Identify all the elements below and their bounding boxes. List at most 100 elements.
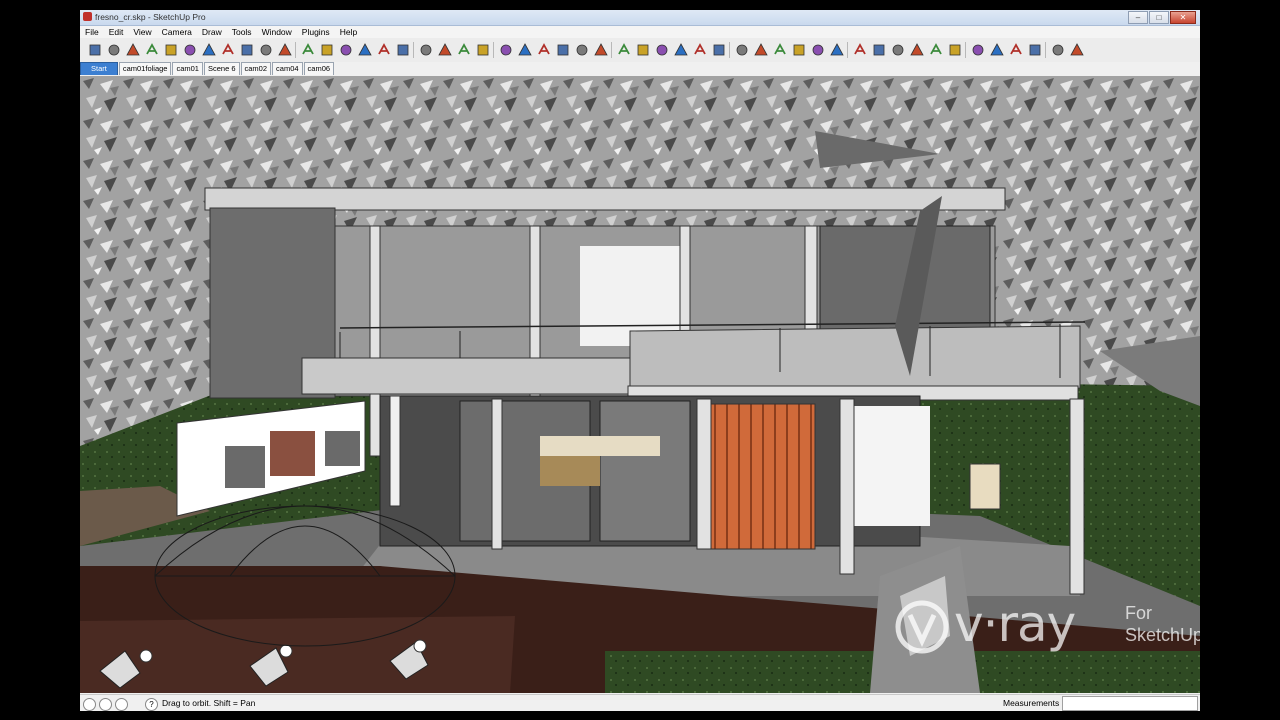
- title-bar: fresno_cr.skp - SketchUp Pro – □ ✕: [80, 10, 1200, 26]
- component-icon[interactable]: [301, 43, 315, 57]
- arc-icon[interactable]: [556, 43, 570, 57]
- scene-tab-scene6[interactable]: Scene 6: [203, 62, 240, 75]
- erase-icon[interactable]: [202, 43, 216, 57]
- text-icon[interactable]: [792, 43, 806, 57]
- move-icon[interactable]: [617, 43, 631, 57]
- vray-brand-text: v·ray: [954, 595, 1076, 653]
- 3d-text-icon[interactable]: [830, 43, 844, 57]
- toolbar-separator: [729, 42, 730, 58]
- vray-render-icon[interactable]: [1051, 43, 1065, 57]
- menu-camera[interactable]: Camera: [157, 27, 197, 37]
- select-arrow-icon[interactable]: [419, 43, 433, 57]
- vray-watermark: v·ray For SketchUp: [892, 595, 1200, 667]
- menu-tools[interactable]: Tools: [227, 27, 257, 37]
- vray-for-text: For: [1125, 603, 1152, 623]
- house-top-icon[interactable]: [358, 43, 372, 57]
- sketchup-window: fresno_cr.skp - SketchUp Pro – □ ✕ File …: [80, 10, 1200, 711]
- toolbar-separator: [493, 42, 494, 58]
- maximize-button[interactable]: □: [1149, 11, 1169, 24]
- undo-icon[interactable]: [221, 43, 235, 57]
- section-plane-icon[interactable]: [1028, 43, 1042, 57]
- print-icon[interactable]: [259, 43, 273, 57]
- help-icon[interactable]: ?: [145, 698, 158, 711]
- walk-icon[interactable]: [1009, 43, 1023, 57]
- status-hint: Drag to orbit. Shift = Pan: [162, 698, 256, 708]
- open-icon[interactable]: [107, 43, 121, 57]
- zoom-window-icon[interactable]: [910, 43, 924, 57]
- scene-tab-cam02[interactable]: cam02: [240, 62, 272, 75]
- menu-file[interactable]: File: [80, 27, 104, 37]
- vray-material-icon[interactable]: [1070, 43, 1084, 57]
- protractor-icon[interactable]: [773, 43, 787, 57]
- scale-icon[interactable]: [693, 43, 707, 57]
- scene-tab-cam01[interactable]: cam01: [172, 62, 203, 75]
- house-front-icon[interactable]: [320, 43, 334, 57]
- scene-tab-cam06[interactable]: cam06: [303, 62, 335, 75]
- polygon-icon[interactable]: [575, 43, 589, 57]
- menu-help[interactable]: Help: [335, 27, 362, 37]
- component-box-icon[interactable]: [438, 43, 452, 57]
- credits-icon[interactable]: [99, 698, 112, 711]
- menu-bar: File Edit View Camera Draw Tools Window …: [80, 26, 1200, 38]
- window-controls: – □ ✕: [1128, 11, 1196, 24]
- circle-icon[interactable]: [537, 43, 551, 57]
- window-title: fresno_cr.skp - SketchUp Pro: [95, 12, 206, 22]
- menu-plugins[interactable]: Plugins: [297, 27, 335, 37]
- follow-me-icon[interactable]: [674, 43, 688, 57]
- orbit-icon[interactable]: [853, 43, 867, 57]
- minimize-button[interactable]: –: [1128, 11, 1148, 24]
- menu-edit[interactable]: Edit: [104, 27, 129, 37]
- cut-icon[interactable]: [145, 43, 159, 57]
- toolbar-separator: [295, 42, 296, 58]
- pencil-icon[interactable]: [518, 43, 532, 57]
- eraser-icon[interactable]: [476, 43, 490, 57]
- geo-location-icon[interactable]: [83, 698, 96, 711]
- menu-draw[interactable]: Draw: [197, 27, 227, 37]
- position-camera-icon[interactable]: [971, 43, 985, 57]
- main-toolbar: [80, 38, 1200, 63]
- menu-view[interactable]: View: [128, 27, 156, 37]
- zoom-icon[interactable]: [891, 43, 905, 57]
- toolbar-separator: [965, 42, 966, 58]
- close-button[interactable]: ✕: [1170, 11, 1196, 24]
- push-pull-icon[interactable]: [636, 43, 650, 57]
- previous-view-icon[interactable]: [948, 43, 962, 57]
- redo-icon[interactable]: [240, 43, 254, 57]
- house-iso-icon[interactable]: [377, 43, 391, 57]
- measurements-label: Measurements: [1003, 698, 1060, 708]
- dimension-icon[interactable]: [754, 43, 768, 57]
- rectangle-icon[interactable]: [499, 43, 513, 57]
- section-icon[interactable]: [396, 43, 410, 57]
- measurements-input[interactable]: [1062, 696, 1198, 711]
- status-bar: ? Drag to orbit. Shift = Pan Measurement…: [80, 694, 1200, 711]
- axes-icon[interactable]: [811, 43, 825, 57]
- tape-measure-icon[interactable]: [735, 43, 749, 57]
- look-around-icon[interactable]: [990, 43, 1004, 57]
- menu-window[interactable]: Window: [257, 27, 297, 37]
- toolbar-separator: [1045, 42, 1046, 58]
- copy-icon[interactable]: [164, 43, 178, 57]
- scene-tab-cam01foliage[interactable]: cam01foliage: [118, 62, 172, 75]
- toolbar-separator: [413, 42, 414, 58]
- toolbar-separator: [847, 42, 848, 58]
- sketchup-app-icon: [83, 12, 92, 21]
- vray-logo-icon: [895, 600, 949, 654]
- model-viewport[interactable]: v·ray For SketchUp: [80, 76, 1200, 693]
- scene-tab-cam04[interactable]: cam04: [272, 62, 303, 75]
- scene-tab-start[interactable]: Start: [80, 62, 118, 75]
- scene-tabs: Start cam01foliage cam01 Scene 6 cam02 c…: [80, 62, 1200, 75]
- model-info-icon[interactable]: [278, 43, 292, 57]
- paste-icon[interactable]: [183, 43, 197, 57]
- vray-product-text: SketchUp: [1125, 625, 1200, 645]
- freehand-icon[interactable]: [594, 43, 608, 57]
- toolbar-separator: [611, 42, 612, 58]
- house-side-icon[interactable]: [339, 43, 353, 57]
- user-icon[interactable]: [115, 698, 128, 711]
- zoom-extents-icon[interactable]: [929, 43, 943, 57]
- paint-bucket-icon[interactable]: [457, 43, 471, 57]
- offset-icon[interactable]: [712, 43, 726, 57]
- rotate-icon[interactable]: [655, 43, 669, 57]
- new-icon[interactable]: [88, 43, 102, 57]
- save-icon[interactable]: [126, 43, 140, 57]
- pan-icon[interactable]: [872, 43, 886, 57]
